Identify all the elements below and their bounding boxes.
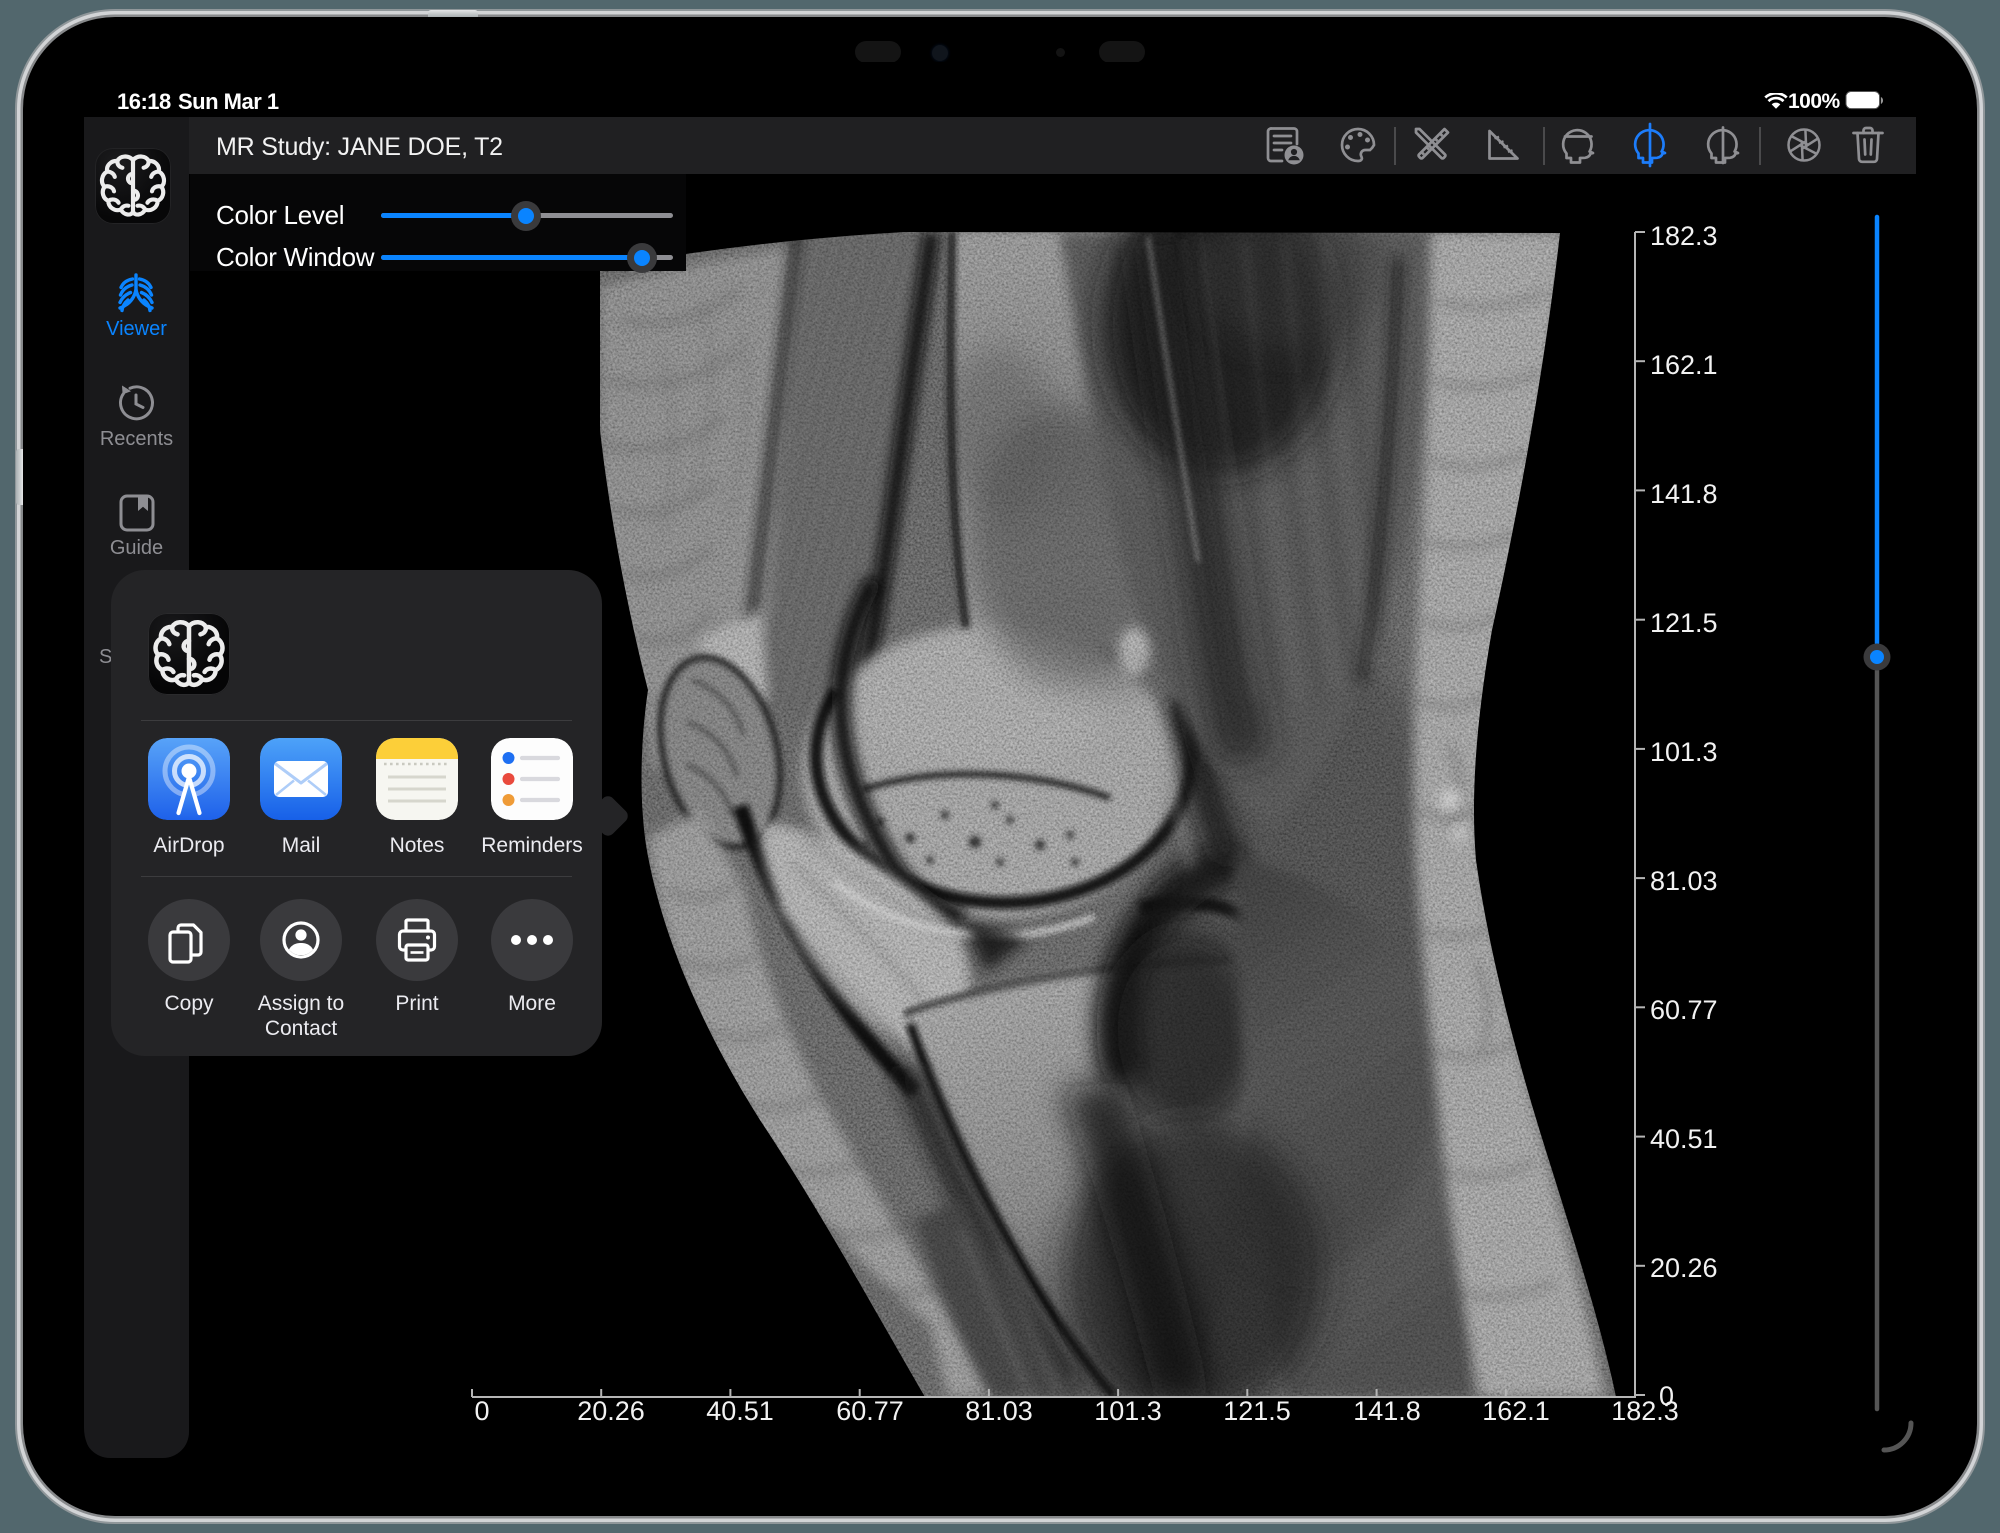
svg-text:40.51: 40.51: [1650, 1124, 1718, 1154]
svg-text:20.26: 20.26: [577, 1396, 645, 1426]
svg-text:182.3: 182.3: [1611, 1396, 1679, 1426]
svg-text:101.3: 101.3: [1650, 737, 1718, 767]
svg-text:81.03: 81.03: [1650, 866, 1718, 896]
svg-text:60.77: 60.77: [1650, 995, 1718, 1025]
svg-text:141.8: 141.8: [1650, 479, 1718, 509]
svg-text:60.77: 60.77: [836, 1396, 904, 1426]
svg-text:162.1: 162.1: [1650, 350, 1718, 380]
svg-text:121.5: 121.5: [1650, 608, 1718, 638]
svg-text:162.1: 162.1: [1482, 1396, 1550, 1426]
svg-text:182.3: 182.3: [1650, 221, 1718, 251]
svg-text:81.03: 81.03: [965, 1396, 1033, 1426]
svg-text:0: 0: [474, 1396, 489, 1426]
svg-text:101.3: 101.3: [1094, 1396, 1162, 1426]
svg-text:40.51: 40.51: [706, 1396, 774, 1426]
svg-text:141.8: 141.8: [1353, 1396, 1421, 1426]
svg-text:20.26: 20.26: [1650, 1253, 1718, 1283]
svg-text:121.5: 121.5: [1223, 1396, 1291, 1426]
